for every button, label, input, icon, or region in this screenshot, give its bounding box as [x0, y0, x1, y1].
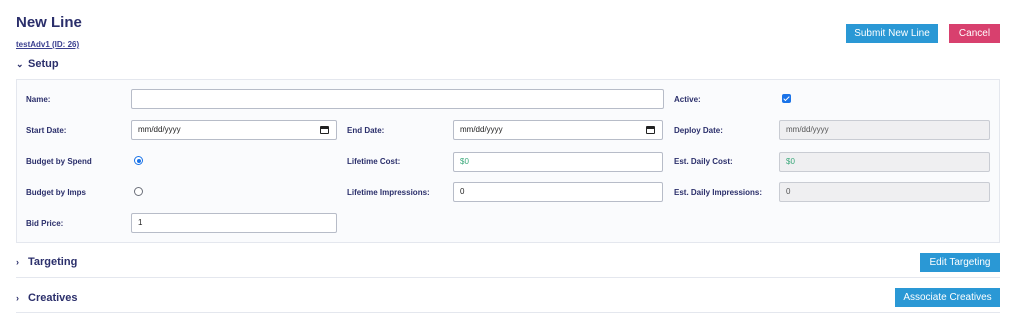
- creatives-section-label: Creatives: [28, 292, 78, 304]
- edit-targeting-button[interactable]: Edit Targeting: [920, 253, 1000, 272]
- start-date-input[interactable]: mm/dd/yyyy: [131, 120, 337, 140]
- name-input[interactable]: [131, 89, 664, 109]
- deploy-date-label: Deploy Date:: [674, 126, 723, 135]
- section-divider: [16, 277, 1000, 278]
- est-daily-cost-label: Est. Daily Cost:: [674, 157, 733, 166]
- lifetime-cost-input[interactable]: $0: [453, 152, 663, 172]
- budget-by-imps-radio[interactable]: [134, 187, 143, 196]
- budget-by-spend-label: Budget by Spend: [26, 157, 92, 166]
- lifetime-impressions-label: Lifetime Impressions:: [347, 188, 430, 197]
- name-label: Name:: [26, 95, 51, 104]
- bid-price-input[interactable]: 1: [131, 213, 337, 233]
- active-label: Active:: [674, 95, 701, 104]
- chevron-down-icon: ⌄: [16, 58, 24, 69]
- est-daily-cost-input: $0: [779, 152, 990, 172]
- lifetime-cost-label: Lifetime Cost:: [347, 157, 401, 166]
- deploy-date-input: mm/dd/yyyy: [779, 120, 990, 140]
- budget-by-imps-label: Budget by Imps: [26, 188, 87, 197]
- est-daily-impressions-label: Est. Daily Impressions:: [674, 188, 763, 197]
- page-title: New Line: [16, 14, 82, 31]
- section-divider: [16, 312, 1000, 313]
- calendar-icon[interactable]: [320, 126, 329, 134]
- targeting-section-toggle[interactable]: › Targeting: [16, 256, 77, 268]
- submit-new-line-button[interactable]: Submit New Line: [846, 24, 938, 43]
- associate-creatives-button[interactable]: Associate Creatives: [895, 288, 1000, 307]
- active-checkbox[interactable]: [782, 94, 791, 103]
- cancel-button[interactable]: Cancel: [949, 24, 1000, 43]
- est-daily-impressions-input: 0: [779, 182, 990, 202]
- advertiser-link[interactable]: testAdv1 (ID: 26): [16, 40, 79, 49]
- setup-section-label: Setup: [28, 58, 59, 70]
- calendar-icon[interactable]: [646, 126, 655, 134]
- creatives-section-toggle[interactable]: › Creatives: [16, 292, 78, 304]
- end-date-placeholder: mm/dd/yyyy: [460, 125, 503, 134]
- end-date-label: End Date:: [347, 126, 385, 135]
- chevron-right-icon: ›: [16, 257, 19, 267]
- chevron-right-icon: ›: [16, 293, 19, 303]
- end-date-input[interactable]: mm/dd/yyyy: [453, 120, 663, 140]
- start-date-label: Start Date:: [26, 126, 67, 135]
- bid-price-label: Bid Price:: [26, 219, 64, 228]
- lifetime-impressions-input[interactable]: 0: [453, 182, 663, 202]
- setup-section-toggle[interactable]: ⌄ Setup: [16, 58, 59, 70]
- budget-by-spend-radio[interactable]: [134, 156, 143, 165]
- start-date-placeholder: mm/dd/yyyy: [138, 125, 181, 134]
- targeting-section-label: Targeting: [28, 256, 78, 268]
